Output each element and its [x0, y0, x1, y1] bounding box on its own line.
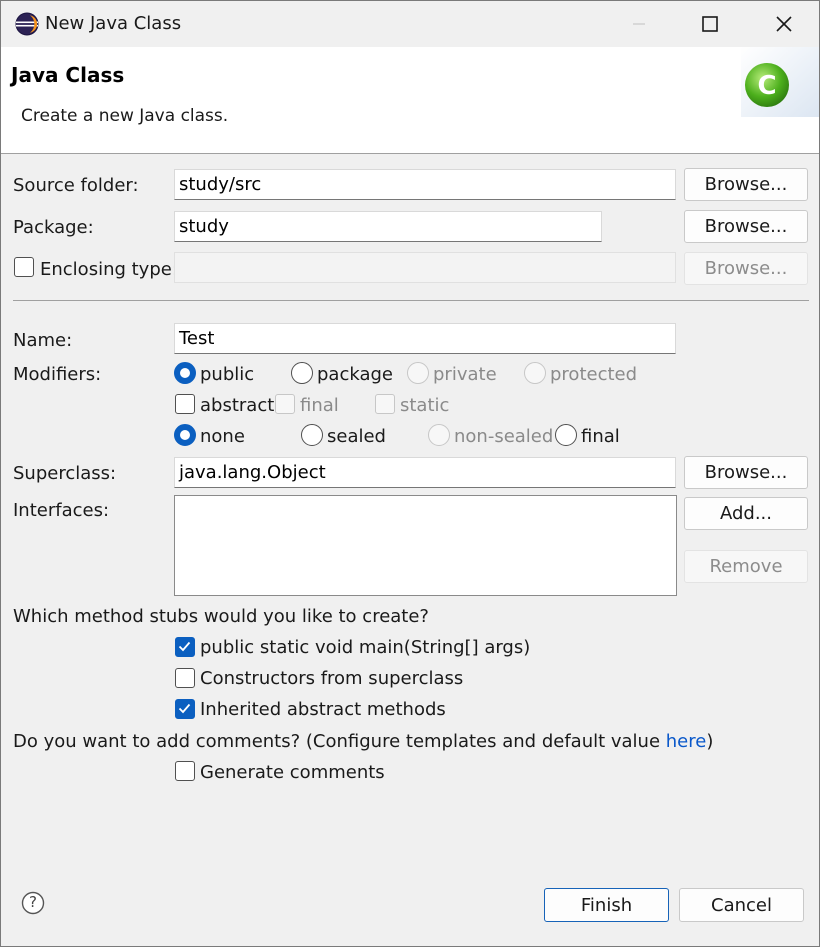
sealing-non-sealed-radio[interactable] [428, 424, 450, 446]
java-class-wizard-icon: C [741, 47, 819, 117]
inherited-abstract-checkbox[interactable] [175, 699, 195, 719]
inherited-abstract-label: Inherited abstract methods [200, 699, 446, 720]
cancel-button[interactable]: Cancel [679, 888, 804, 922]
interfaces-list[interactable] [174, 495, 677, 596]
finish-button[interactable]: Finish [544, 888, 669, 922]
minimize-icon [633, 23, 645, 25]
title-bar: New Java Class [1, 1, 819, 47]
modifier-private-label: private [433, 364, 497, 385]
main-method-checkbox[interactable] [175, 637, 195, 657]
help-button[interactable]: ? [21, 891, 45, 915]
class-name-field[interactable]: Test [174, 323, 676, 354]
main-method-label: public static void main(String[] args) [200, 637, 531, 658]
comments-question-suffix: ) [706, 731, 714, 752]
enclosing-type-browse-button[interactable]: Browse... [684, 252, 808, 285]
source-folder-browse-button[interactable]: Browse... [684, 168, 808, 201]
modifier-abstract-checkbox[interactable] [175, 394, 195, 414]
package-browse-button[interactable]: Browse... [684, 210, 808, 243]
sealing-none-radio[interactable] [174, 424, 196, 446]
source-folder-field[interactable]: study/src [174, 169, 676, 200]
page-title: Java Class [11, 63, 125, 87]
superclass-field[interactable]: java.lang.Object [174, 457, 676, 488]
eclipse-icon [15, 12, 39, 36]
generate-comments-label: Generate comments [200, 762, 385, 783]
modifier-final-label: final [300, 395, 339, 416]
checkmark-icon [178, 641, 191, 652]
help-icon-glyph: ? [29, 893, 37, 911]
modifier-protected-label: protected [550, 364, 638, 385]
modifier-package-radio[interactable] [291, 362, 313, 384]
close-icon [776, 16, 792, 32]
checkmark-icon [178, 703, 191, 714]
page-description: Create a new Java class. [21, 106, 229, 126]
svg-text:C: C [757, 71, 776, 101]
maximize-button[interactable] [687, 1, 733, 47]
window-title: New Java Class [45, 13, 182, 34]
interfaces-label: Interfaces: [13, 500, 110, 521]
remove-interface-button[interactable]: Remove [684, 550, 808, 583]
modifier-public-label: public [200, 364, 255, 385]
comments-question: Do you want to add comments? (Configure … [13, 731, 713, 752]
sealing-none-label: none [200, 426, 245, 447]
modifier-static-label: static [400, 395, 450, 416]
modifier-private-radio[interactable] [407, 362, 429, 384]
sealing-final-radio[interactable] [555, 424, 577, 446]
name-label: Name: [13, 330, 73, 351]
sealing-non-sealed-label: non-sealed [454, 426, 554, 447]
header-banner: Java Class Create a new Java class. C [1, 47, 819, 154]
add-interface-button[interactable]: Add... [684, 497, 808, 530]
minimize-button[interactable] [616, 1, 662, 47]
modifier-public-radio[interactable] [174, 362, 196, 384]
maximize-icon [702, 16, 718, 32]
generate-comments-checkbox[interactable] [175, 761, 195, 781]
comments-question-prefix: Do you want to add comments? (Configure … [13, 731, 666, 752]
enclosing-type-checkbox[interactable] [14, 257, 34, 277]
enclosing-type-label: Enclosing type: [40, 259, 178, 280]
separator [13, 300, 809, 301]
new-java-class-dialog: New Java Class Java Class Create a new J… [0, 0, 820, 947]
superclass-label: Superclass: [13, 463, 117, 484]
modifiers-label: Modifiers: [13, 364, 102, 385]
modifier-package-label: package [317, 364, 393, 385]
enclosing-type-field[interactable] [174, 252, 676, 283]
sealing-final-label: final [581, 426, 620, 447]
constructors-label: Constructors from superclass [200, 668, 464, 689]
package-label: Package: [13, 217, 94, 238]
modifier-final-checkbox[interactable] [275, 394, 295, 414]
modifier-abstract-label: abstract [200, 395, 275, 416]
sealing-sealed-label: sealed [327, 426, 386, 447]
package-field[interactable]: study [174, 211, 602, 242]
method-stubs-question: Which method stubs would you like to cre… [13, 606, 429, 627]
sealing-sealed-radio[interactable] [301, 424, 323, 446]
configure-templates-link[interactable]: here [666, 731, 707, 752]
close-button[interactable] [761, 1, 807, 47]
source-folder-label: Source folder: [13, 175, 139, 196]
constructors-checkbox[interactable] [175, 668, 195, 688]
modifier-static-checkbox[interactable] [375, 394, 395, 414]
superclass-browse-button[interactable]: Browse... [684, 456, 808, 489]
modifier-protected-radio[interactable] [524, 362, 546, 384]
